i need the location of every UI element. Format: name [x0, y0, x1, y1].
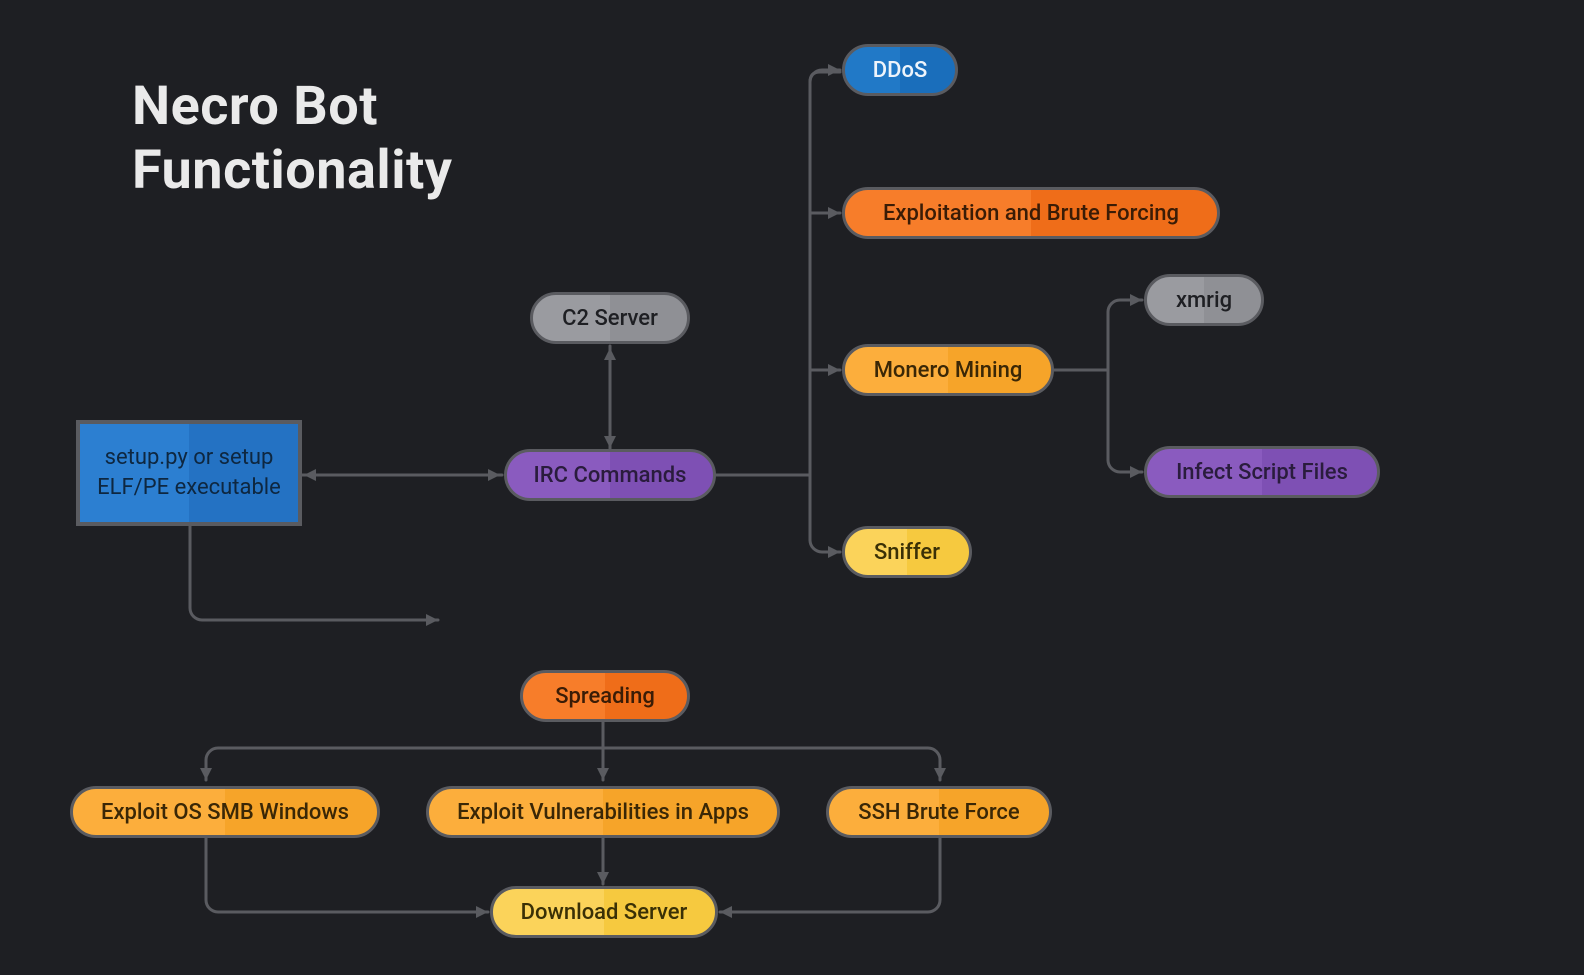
node-exploitation-brute-forcing: Exploitation and Brute Forcing: [842, 187, 1220, 239]
node-exploit-apps-label: Exploit Vulnerabilities in Apps: [457, 800, 749, 825]
node-download-server-label: Download Server: [521, 900, 688, 925]
node-exploit-apps: Exploit Vulnerabilities in Apps: [426, 786, 780, 838]
title-line1: Necro Bot: [132, 76, 378, 138]
node-c2-server-label: C2 Server: [562, 306, 658, 331]
node-spreading: Spreading: [520, 670, 690, 722]
node-sniffer-label: Sniffer: [874, 540, 940, 565]
edge-to-sniffer: [810, 540, 840, 552]
node-exploit-smb: Exploit OS SMB Windows: [70, 786, 380, 838]
node-setup-executable: setup.py or setup ELF/PE executable: [76, 420, 302, 526]
node-sniffer: Sniffer: [842, 526, 972, 578]
node-setup-executable-text: setup.py or setup ELF/PE executable: [97, 443, 281, 502]
edge-ssh-to-download: [720, 838, 940, 912]
title-line2: Functionality: [132, 140, 452, 202]
node-xmrig: xmrig: [1144, 274, 1264, 326]
node-ssh-brute-force: SSH Brute Force: [826, 786, 1052, 838]
node-ssh-brute-force-label: SSH Brute Force: [858, 800, 1019, 825]
edge-setup-to-spreading-area: [190, 525, 438, 620]
diagram-canvas: Necro Bot Functionality: [0, 0, 1584, 975]
node-ddos-label: DDoS: [873, 58, 928, 83]
edge-smb-to-download: [206, 838, 488, 912]
node-infect-script-files: Infect Script Files: [1144, 446, 1380, 498]
edge-to-infect: [1108, 460, 1142, 472]
node-monero-mining: Monero Mining: [842, 344, 1054, 396]
node-irc-commands-label: IRC Commands: [534, 463, 687, 488]
node-infect-script-files-label: Infect Script Files: [1176, 460, 1348, 485]
node-c2-server: C2 Server: [530, 292, 690, 344]
node-exploitation-brute-forcing-label: Exploitation and Brute Forcing: [883, 201, 1179, 226]
edge-to-xmrig: [1108, 300, 1142, 312]
node-xmrig-label: xmrig: [1176, 288, 1232, 313]
node-exploit-smb-label: Exploit OS SMB Windows: [101, 800, 349, 825]
node-monero-mining-label: Monero Mining: [874, 358, 1023, 383]
node-spreading-label: Spreading: [555, 684, 655, 709]
node-ddos: DDoS: [842, 44, 958, 96]
node-download-server: Download Server: [490, 886, 718, 938]
node-irc-commands: IRC Commands: [504, 449, 716, 501]
edge-to-ddos: [810, 72, 840, 82]
